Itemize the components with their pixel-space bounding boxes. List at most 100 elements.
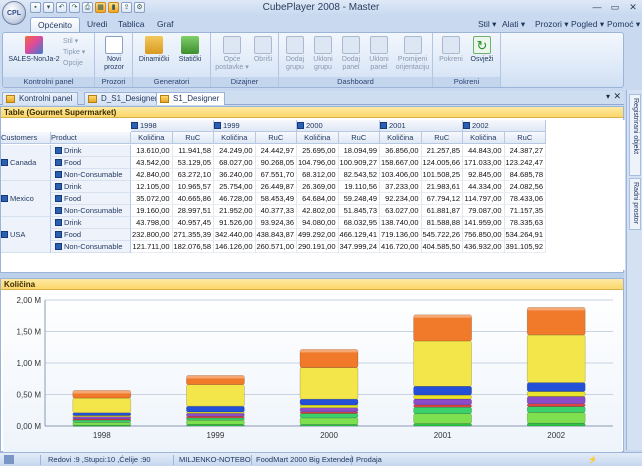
table-cell[interactable]: 63.027,00 [380,205,422,217]
table-cell[interactable]: 26.449,87 [255,181,297,193]
expand-icon[interactable] [1,159,8,166]
tabs-dropdown-icon[interactable]: ▾ [606,92,610,101]
table-cell[interactable]: 391.105,92 [504,241,546,253]
table-cell[interactable]: 24.387,27 [504,145,546,157]
change-orientation-button[interactable]: Promijeni orijentaciju [394,36,431,72]
product-row-header[interactable]: Non-Consumable [51,205,131,217]
table-cell[interactable]: 64.684,00 [297,193,339,205]
menu-pomoc[interactable]: Pomoć ▾ [607,17,640,31]
menu-stil[interactable]: Stil ▾ [478,17,496,31]
table-cell[interactable]: 42.802,00 [297,205,339,217]
table-cell[interactable]: 21.257,85 [421,145,463,157]
table-cell[interactable]: 67.551,70 [255,169,297,181]
minimize-icon[interactable]: — [590,1,604,13]
product-row-header[interactable]: Non-Consumable [51,241,131,253]
side-tab-registered-objects[interactable]: Registrirani objekt [629,94,641,176]
remove-panel-button[interactable]: Ukloni panel [366,36,392,72]
run-button[interactable]: Pokreni [437,36,465,64]
expand-icon[interactable] [463,122,470,129]
table-cell[interactable]: 36.856,00 [380,145,422,157]
table-cell[interactable]: 44.843,00 [463,145,505,157]
table-cell[interactable]: 40.665,86 [172,193,214,205]
measure-header[interactable]: RuC [172,132,214,144]
table-cell[interactable]: 24.442,97 [255,145,297,157]
table-cell[interactable]: 534.264,91 [504,229,546,241]
table-cell[interactable]: 271.355,39 [172,229,214,241]
expand-icon[interactable] [55,147,62,154]
table-cell[interactable]: 26.369,00 [297,181,339,193]
measure-header[interactable]: RuC [338,132,380,144]
side-tab-workspace[interactable]: Radni prostor [629,178,641,230]
table-cell[interactable]: 24.249,00 [214,145,256,157]
table-cell[interactable]: 90.268,05 [255,157,297,169]
table-cell[interactable]: 171.033,00 [463,157,505,169]
table-cell[interactable]: 79.087,00 [463,205,505,217]
table-cell[interactable]: 40.377,33 [255,205,297,217]
app-menu-button[interactable]: CPL [2,1,26,25]
table-cell[interactable]: 104.796,00 [297,157,339,169]
table-cell[interactable]: 19.110,56 [338,181,380,193]
remove-group-button[interactable]: Ukloni grupu [310,36,336,72]
expand-icon[interactable] [55,159,62,166]
table-cell[interactable]: 46.728,00 [214,193,256,205]
table-cell[interactable]: 25.695,00 [297,145,339,157]
table-cell[interactable]: 121.711,00 [131,241,173,253]
table-cell[interactable]: 545.722,26 [421,229,463,241]
table-cell[interactable]: 123.242,47 [504,157,546,169]
close-tab-icon[interactable]: ✕ [613,91,621,102]
tab-opcenito[interactable]: Općenito [30,17,81,32]
measure-header[interactable]: RuC [421,132,463,144]
measure-header[interactable]: Količina [214,132,256,144]
sales-button[interactable]: SALES-NonJa-2 [7,36,61,64]
expand-icon[interactable] [55,207,62,214]
table-cell[interactable]: 124.005,66 [421,157,463,169]
add-group-button[interactable]: Dodaj grupu [282,36,308,72]
expand-icon[interactable] [214,122,221,129]
table-cell[interactable]: 36.240,00 [214,169,256,181]
product-row-header[interactable]: Drink [51,145,131,157]
table-cell[interactable]: 78.433,06 [504,193,546,205]
table-cell[interactable]: 12.105,00 [131,181,173,193]
table-cell[interactable]: 92.234,00 [380,193,422,205]
table-cell[interactable]: 158.667,00 [380,157,422,169]
measure-header[interactable]: Količina [380,132,422,144]
table-cell[interactable]: 58.453,49 [255,193,297,205]
product-row-header[interactable]: Food [51,193,131,205]
table-cell[interactable]: 81.588,88 [421,217,463,229]
table-cell[interactable]: 260.571,00 [255,241,297,253]
table-cell[interactable]: 37.233,00 [380,181,422,193]
table-cell[interactable]: 101.508,25 [421,169,463,181]
table-cell[interactable]: 438.843,87 [255,229,297,241]
product-header[interactable]: Product [51,132,131,144]
add-panel-button[interactable]: Dodaj panel [338,36,364,72]
table-cell[interactable]: 25.754,00 [214,181,256,193]
expand-icon[interactable] [55,243,62,250]
menu-pogled[interactable]: Pogled ▾ [571,17,604,31]
table-cell[interactable]: 19.160,00 [131,205,173,217]
table-cell[interactable]: 93.924,36 [255,217,297,229]
measure-header[interactable]: Količina [463,132,505,144]
table-cell[interactable]: 42.840,00 [131,169,173,181]
table-cell[interactable]: 138.740,00 [380,217,422,229]
measure-header[interactable]: RuC [255,132,297,144]
expand-icon[interactable] [55,195,62,202]
table-cell[interactable]: 82.543,52 [338,169,380,181]
table-cell[interactable]: 53.129,05 [172,157,214,169]
menu-alati[interactable]: Alati ▾ [502,17,525,31]
expand-icon[interactable] [297,122,304,129]
table-cell[interactable]: 51.845,73 [338,205,380,217]
table-cell[interactable]: 44.334,00 [463,181,505,193]
tab-graf[interactable]: Graf [150,17,181,32]
table-cell[interactable]: 146.126,00 [214,241,256,253]
maximize-icon[interactable]: ▭ [608,1,622,13]
country-header[interactable]: Mexico [1,181,51,217]
product-row-header[interactable]: Food [51,157,131,169]
table-cell[interactable]: 404.585,50 [421,241,463,253]
table-cell[interactable]: 719.136,00 [380,229,422,241]
table-cell[interactable]: 100.909,27 [338,157,380,169]
table-cell[interactable]: 499.292,00 [297,229,339,241]
refresh-button[interactable]: ↻ Osvježi [467,36,497,64]
table-cell[interactable]: 347.999,24 [338,241,380,253]
table-cell[interactable]: 92.845,00 [463,169,505,181]
expand-icon[interactable] [55,183,62,190]
